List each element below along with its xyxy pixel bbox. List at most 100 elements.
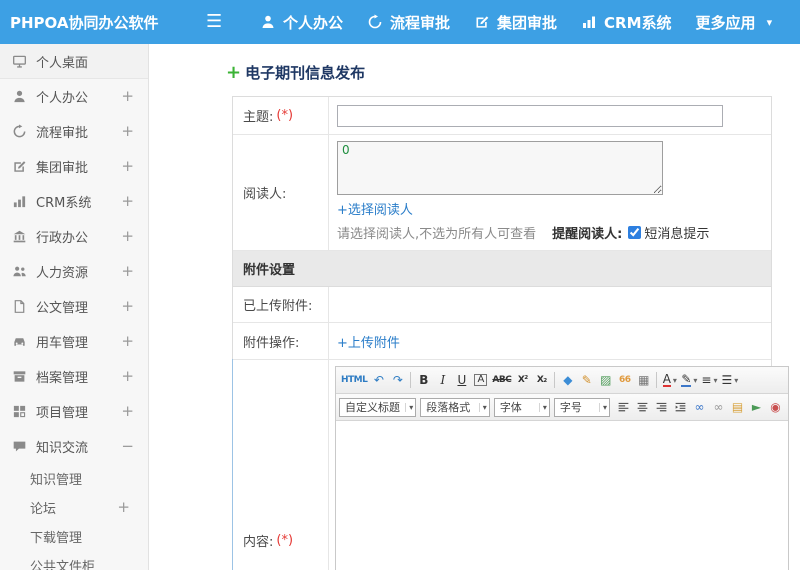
align-center-button[interactable] [633, 398, 652, 417]
undo-button[interactable]: ↶ [369, 371, 388, 390]
sidebar-item-document-management[interactable]: 公文管理 + [0, 289, 148, 324]
underline-button[interactable]: U [452, 371, 471, 390]
expand-toggle-icon[interactable]: + [121, 159, 134, 174]
expand-toggle-icon[interactable]: + [121, 194, 134, 209]
font-family-select[interactable]: 字体 ▾ [493, 397, 550, 417]
map-button[interactable]: ◉ [766, 398, 785, 417]
paragraph-select[interactable]: 段落格式 ▾ [420, 397, 490, 417]
table-button[interactable]: ▦ [634, 371, 653, 390]
fill-color-button[interactable]: ▨ [596, 371, 615, 390]
format-brush-button[interactable]: ✎ [577, 371, 596, 390]
italic-button[interactable]: I [433, 371, 452, 390]
sms-checkbox[interactable] [628, 226, 642, 239]
quote-button[interactable]: 66 [615, 371, 634, 390]
unordered-list-icon: ☰ [721, 373, 733, 387]
subscript-button[interactable]: X₂ [532, 371, 551, 390]
desktop-icon [12, 54, 27, 69]
sidebar-item-personal-office[interactable]: 个人办公 + [0, 79, 148, 114]
add-icon: + [226, 61, 242, 83]
uploaded-list [329, 287, 771, 322]
topbar-item-more-apps[interactable]: 更多应用 ▾ [696, 12, 773, 33]
sidebar-item-personal-desktop[interactable]: 个人桌面 [0, 44, 148, 79]
sidebar-item-crm-system[interactable]: CRM系统 + [0, 184, 148, 219]
highlight-color-button[interactable]: ✎ ▾ [679, 371, 699, 390]
chart-icon [581, 14, 597, 30]
sidebar-item-label: 集团审批 [36, 161, 89, 176]
editor-toolbar-row2: 自定义标题 ▾ 段落格式 ▾ 字体 ▾ 字号 ▾ ∞ ∞ ▤ ► ◉ [336, 394, 788, 421]
sidebar-subitem-forum[interactable]: 论坛 + [0, 493, 148, 522]
link-button[interactable]: ∞ [690, 398, 709, 417]
expand-toggle-icon[interactable]: + [121, 299, 134, 314]
sidebar-item-knowledge-exchange[interactable]: 知识交流 − [0, 429, 148, 464]
readers-textarea[interactable]: 0 [337, 141, 663, 195]
indent-button[interactable] [671, 398, 690, 417]
toolbar-separator [410, 372, 412, 388]
upload-attachment-link[interactable]: +上传附件 [337, 332, 400, 351]
editor-content-area[interactable] [336, 421, 788, 570]
sidebar-item-label: CRM系统 [36, 196, 92, 211]
toolbar-separator [554, 372, 556, 388]
bold-button[interactable]: B [414, 371, 433, 390]
sidebar-subitem-knowledge-management[interactable]: 知识管理 [0, 464, 148, 493]
approve-icon [474, 14, 490, 30]
expand-toggle-icon[interactable]: + [121, 264, 134, 279]
approve-icon [12, 159, 27, 174]
caret-down-icon: ▾ [538, 402, 547, 412]
strikethrough-button[interactable]: ABC [490, 371, 513, 390]
sidebar-subitem-download-management[interactable]: 下载管理 [0, 522, 148, 551]
align-right-button[interactable] [652, 398, 671, 417]
ordered-list-button[interactable]: ≡ ▾ [699, 371, 719, 390]
source-button[interactable]: HTML [339, 371, 369, 390]
expand-toggle-icon[interactable]: + [121, 124, 134, 139]
heading-select[interactable]: 自定义标题 ▾ [339, 397, 417, 417]
sidebar-item-vehicle-management[interactable]: 用车管理 + [0, 324, 148, 359]
sidebar-item-human-resources[interactable]: 人力资源 + [0, 254, 148, 289]
sidebar-item-label: 人力资源 [36, 266, 89, 281]
page-title: + 电子期刊信息发布 [226, 62, 800, 83]
font-size-select[interactable]: 字号 ▾ [553, 397, 610, 417]
expand-toggle-icon[interactable]: + [117, 500, 130, 515]
sidebar-item-project-management[interactable]: 项目管理 + [0, 394, 148, 429]
expand-toggle-icon[interactable]: + [121, 369, 134, 384]
sidebar-item-admin-office[interactable]: 行政办公 + [0, 219, 148, 254]
sidebar-item-workflow-approval[interactable]: 流程审批 + [0, 114, 148, 149]
redo-button[interactable]: ↷ [388, 371, 407, 390]
menu-toggle-icon[interactable]: ☰ [206, 13, 236, 31]
sidebar-item-label: 公文管理 [36, 301, 89, 316]
select-readers-link[interactable]: +选择阅读人 [337, 199, 413, 218]
align-left-button[interactable] [614, 398, 633, 417]
remove-format-icon: ◆ [563, 373, 573, 387]
required-mark: (*) [276, 532, 294, 548]
editor-toolbar-row1: HTML ↶ ↷ B I U A ABC X² X₂ ◆ ✎ ▨ 66 ▦ A ▾ ✎ ▾ ≡ ▾ ☰ ▾ [336, 367, 788, 394]
unordered-list-button[interactable]: ☰ ▾ [719, 371, 740, 390]
undo-icon: ↶ [373, 373, 384, 387]
topbar: PHPOA协同办公软件 ☰ 个人办公 流程审批 集团审批 CRM系统 更多应用 ▾ [0, 0, 800, 44]
expand-toggle-icon[interactable]: + [121, 229, 134, 244]
attachment-section-header: 附件设置 [233, 251, 771, 287]
remove-format-button[interactable]: ◆ [558, 371, 577, 390]
text-color-button[interactable]: A ▾ [660, 371, 679, 390]
topbar-item-workflow-approval[interactable]: 流程审批 [367, 12, 450, 33]
image-button[interactable]: ▤ [728, 398, 747, 417]
font-box-button[interactable]: A [471, 371, 490, 390]
expand-toggle-icon[interactable]: + [121, 334, 134, 349]
topbar-item-crm-system[interactable]: CRM系统 [581, 12, 672, 33]
superscript-icon: X² [517, 374, 528, 385]
unlink-button[interactable]: ∞ [709, 398, 728, 417]
subject-input[interactable] [337, 104, 723, 127]
expand-toggle-icon[interactable]: − [121, 439, 134, 454]
highlight-color-icon: ✎ [681, 372, 692, 387]
person-icon [260, 14, 276, 30]
sidebar-item-archive-management[interactable]: 档案管理 + [0, 359, 148, 394]
expand-toggle-icon[interactable]: + [121, 404, 134, 419]
media-button[interactable]: ► [747, 398, 766, 417]
sidebar-item-label: 项目管理 [36, 406, 89, 421]
content-label: 内容: (*) [233, 360, 329, 570]
sidebar-item-group-approval[interactable]: 集团审批 + [0, 149, 148, 184]
superscript-button[interactable]: X² [513, 371, 532, 390]
topbar-item-personal-office[interactable]: 个人办公 [260, 12, 343, 33]
sidebar-subitem-public-file-cabinet[interactable]: 公共文件柜 [0, 551, 148, 570]
topbar-item-group-approval[interactable]: 集团审批 [474, 12, 557, 33]
expand-toggle-icon[interactable]: + [121, 89, 134, 104]
hr-icon [12, 264, 27, 279]
